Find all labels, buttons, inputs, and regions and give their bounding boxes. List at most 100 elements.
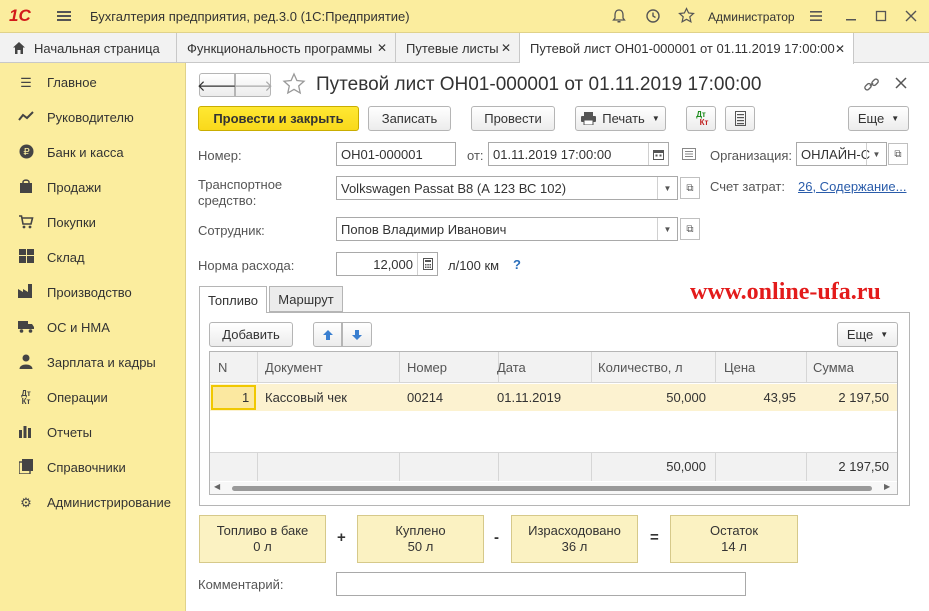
app-logo[interactable]: 1С xyxy=(9,6,31,26)
close-window-icon[interactable] xyxy=(903,8,919,27)
chevron-down-icon[interactable]: ▼ xyxy=(657,218,677,240)
close-tab-icon[interactable]: ✕ xyxy=(501,41,511,55)
employee-field[interactable]: Попов Владимир Иванович ▼ xyxy=(336,217,678,241)
open-icon: ⧉ xyxy=(894,148,902,160)
sidebar-item-assets[interactable]: ОС и НМА xyxy=(0,310,186,345)
rest-label: Остаток xyxy=(709,523,759,538)
sidebar-item-sales[interactable]: Продажи xyxy=(0,170,186,205)
title-bar: 1С Бухгалтерия предприятия, ред.3.0 (1С:… xyxy=(0,0,929,33)
inner-tab-route[interactable]: Маршрут xyxy=(269,286,343,312)
date-field[interactable]: 01.11.2019 17:00:00 xyxy=(488,142,669,166)
user-name[interactable]: Администратор xyxy=(708,10,795,24)
chevron-down-icon[interactable]: ▼ xyxy=(866,143,886,165)
minus-sign: - xyxy=(494,529,499,546)
scroll-right-icon[interactable]: ▶ xyxy=(884,482,890,491)
add-row-button[interactable]: Добавить xyxy=(209,322,293,347)
col-header-date[interactable]: Дата xyxy=(497,360,526,375)
close-tab-icon[interactable]: ✕ xyxy=(377,41,387,55)
col-header-document[interactable]: Документ xyxy=(265,360,323,375)
forward-button[interactable]: 🡒 xyxy=(233,73,273,97)
vehicle-label: Транспортное средство: xyxy=(198,177,283,208)
back-button[interactable]: 🡐 xyxy=(197,73,237,97)
sidebar-item-main[interactable]: ☰ Главное xyxy=(0,65,186,100)
col-header-price[interactable]: Цена xyxy=(724,360,755,375)
move-up-button[interactable] xyxy=(313,322,342,347)
more-label: Еще xyxy=(857,111,885,126)
calendar-icon[interactable] xyxy=(648,143,668,165)
grid-footer xyxy=(210,452,897,481)
main-menu-icon[interactable] xyxy=(56,8,72,24)
sidebar-item-admin[interactable]: ⚙ Администрирование xyxy=(0,485,186,520)
tab-waybills[interactable]: Путевые листы ✕ xyxy=(396,33,520,63)
sidebar: ☰ Главное Руководителю ₽ Банк и касса Пр… xyxy=(0,63,186,611)
horizontal-scrollbar[interactable]: ◀ ▶ xyxy=(210,482,897,494)
sidebar-item-label: Отчеты xyxy=(47,425,92,440)
sidebar-item-operations[interactable]: Дт Кт Операции xyxy=(0,380,186,415)
post-button[interactable]: Провести xyxy=(471,106,555,131)
history-icon[interactable] xyxy=(645,8,661,27)
more-button[interactable]: Еще ▼ xyxy=(848,106,909,131)
number-field[interactable]: ОН01-000001 xyxy=(336,142,456,166)
calculator-icon[interactable] xyxy=(417,253,437,275)
grid-more-button[interactable]: Еще ▼ xyxy=(837,322,898,347)
tab-waybill-doc[interactable]: Путевой лист ОН01-000001 от 01.11.2019 1… xyxy=(520,33,854,64)
print-button[interactable]: Печать ▼ xyxy=(575,106,666,131)
tab-home[interactable]: Начальная страница xyxy=(0,33,177,63)
comment-field[interactable] xyxy=(336,572,746,596)
shopping-bag-icon xyxy=(17,178,35,197)
structure-button[interactable] xyxy=(725,106,755,131)
favorites-star-icon[interactable] xyxy=(678,7,695,27)
col-header-n[interactable]: N xyxy=(218,360,227,375)
move-down-button[interactable] xyxy=(342,322,372,347)
settings-menu-icon[interactable] xyxy=(808,8,824,27)
tab-label: Путевые листы xyxy=(406,40,499,56)
cost-account-link[interactable]: 26, Содержание... xyxy=(798,179,907,194)
selected-cell[interactable] xyxy=(211,385,256,410)
post-and-close-button[interactable]: Провести и закрыть xyxy=(198,106,359,131)
bell-icon[interactable] xyxy=(611,8,627,27)
cell-document: Кассовый чек xyxy=(265,390,347,405)
dt-kt-button[interactable]: Дт Кт xyxy=(686,106,716,131)
sidebar-item-purchases[interactable]: Покупки xyxy=(0,205,186,240)
scrollbar-thumb[interactable] xyxy=(232,486,872,491)
close-form-icon[interactable] xyxy=(895,77,907,92)
help-icon[interactable]: ? xyxy=(513,257,521,272)
scroll-left-icon[interactable]: ◀ xyxy=(214,482,220,491)
sidebar-item-bank[interactable]: ₽ Банк и касса xyxy=(0,135,186,170)
save-button[interactable]: Записать xyxy=(368,106,451,131)
sidebar-item-reports[interactable]: Отчеты xyxy=(0,415,186,450)
tab-functionality[interactable]: Функциональность программы ✕ xyxy=(177,33,396,63)
col-sep xyxy=(399,352,400,383)
trend-chart-icon xyxy=(17,110,35,125)
chevron-down-icon[interactable]: ▼ xyxy=(657,177,677,199)
link-icon[interactable] xyxy=(863,76,880,96)
sidebar-item-warehouse[interactable]: Склад xyxy=(0,240,186,275)
ruble-coin-icon: ₽ xyxy=(17,144,35,162)
favorite-star-icon[interactable] xyxy=(282,72,306,99)
organization-label: Организация: xyxy=(710,148,793,163)
open-vehicle-button[interactable]: ⧉ xyxy=(680,177,700,199)
col-header-number[interactable]: Номер xyxy=(407,360,447,375)
col-header-quantity[interactable]: Количество, л xyxy=(598,360,683,375)
open-employee-button[interactable]: ⧉ xyxy=(680,218,700,240)
sidebar-item-salary[interactable]: Зарплата и кадры xyxy=(0,345,186,380)
sidebar-item-manager[interactable]: Руководителю xyxy=(0,100,186,135)
chevron-down-icon: ▼ xyxy=(891,114,900,123)
maximize-icon[interactable] xyxy=(873,8,889,27)
sidebar-item-label: Руководителю xyxy=(47,110,134,125)
cell-number: 00214 xyxy=(407,390,444,405)
sidebar-item-references[interactable]: Справочники xyxy=(0,450,186,485)
vehicle-field[interactable]: Volkswagen Passat B8 (А 123 ВС 102) ▼ xyxy=(336,176,678,200)
inner-tab-label: Топливо xyxy=(207,292,259,308)
norm-field[interactable]: 12,000 xyxy=(336,252,438,276)
open-organization-button[interactable]: ⧉ xyxy=(888,143,908,165)
inner-tab-fuel[interactable]: Топливо xyxy=(199,286,267,313)
sidebar-item-production[interactable]: Производство xyxy=(0,275,186,310)
rest-value: 14 л xyxy=(721,539,747,554)
organization-field[interactable]: ОНЛАЙН-С ▼ xyxy=(796,142,887,166)
comment-icon[interactable] xyxy=(682,148,696,163)
col-header-sum[interactable]: Сумма xyxy=(813,360,854,375)
close-tab-icon[interactable]: ✕ xyxy=(835,42,845,56)
minimize-icon[interactable] xyxy=(843,8,859,27)
home-icon xyxy=(12,41,26,55)
